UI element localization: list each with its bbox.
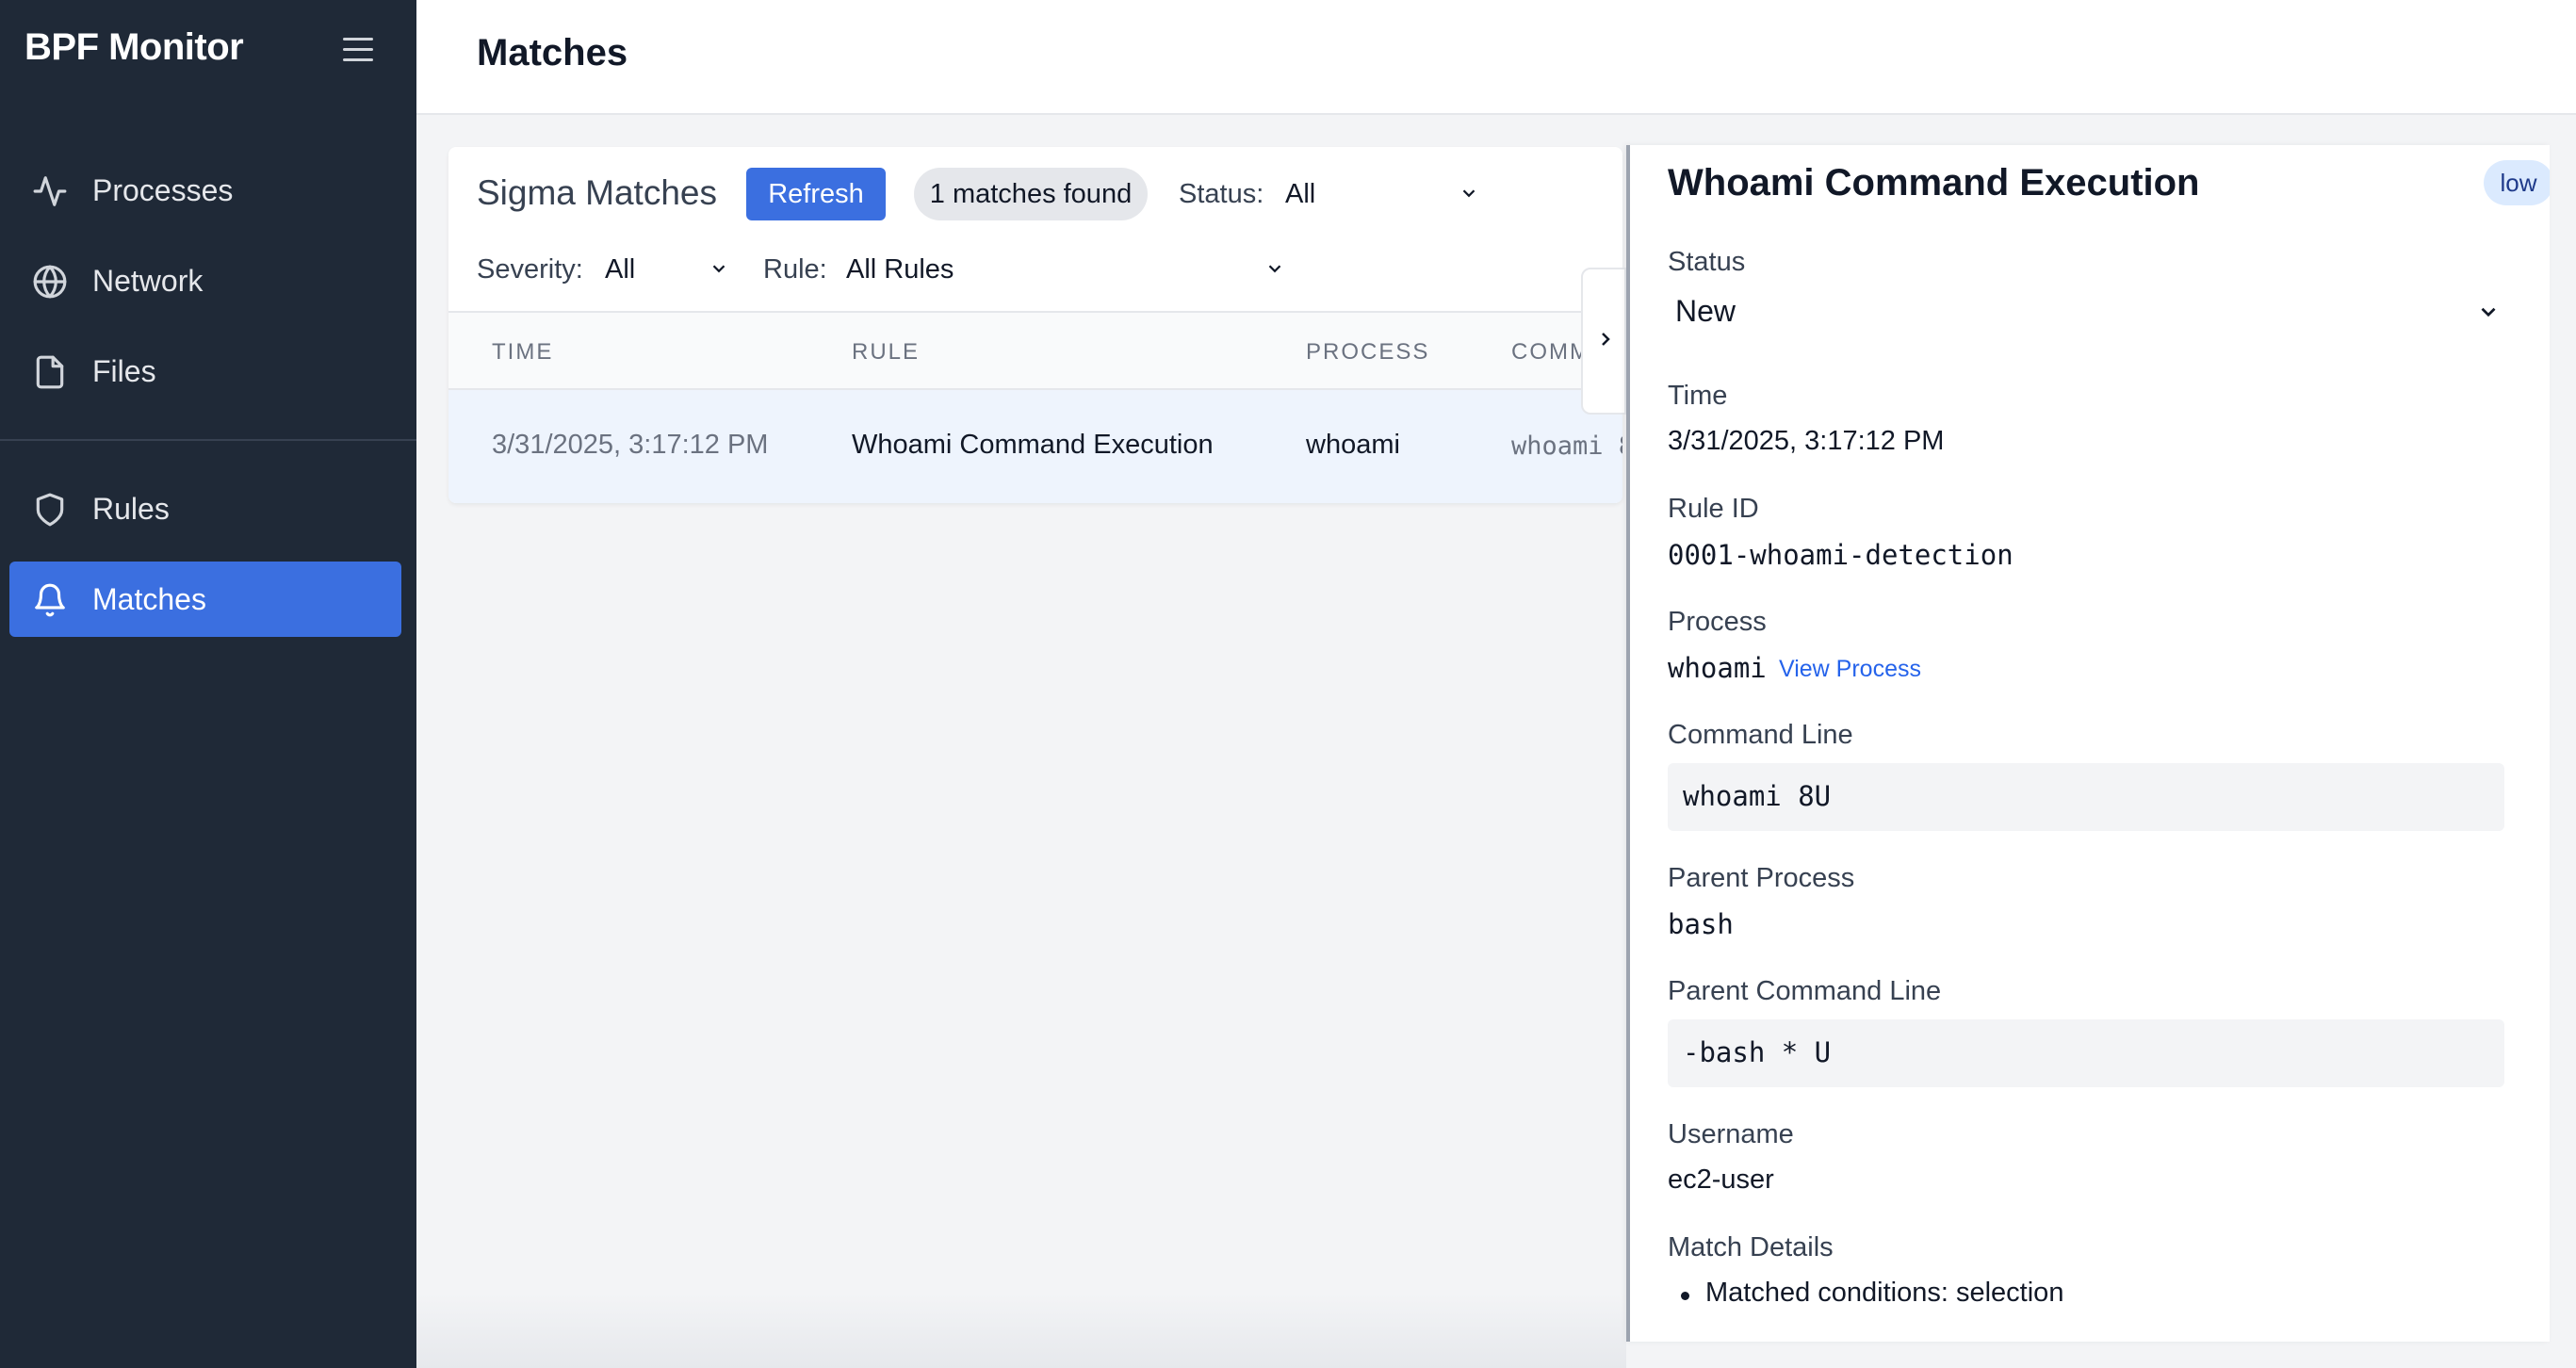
sidebar-divider [0, 439, 416, 441]
app-title: BPF Monitor [24, 26, 244, 68]
process-label: Process [1668, 607, 1767, 637]
parent-process-value: bash [1668, 908, 1734, 940]
row-command: whoami 8U [1511, 432, 1622, 461]
column-header-time[interactable]: TIME [492, 339, 553, 366]
sidebar-item-label: Network [92, 263, 204, 298]
sidebar-item-files[interactable]: Files [9, 334, 401, 409]
command-line-box: whoami 8U [1668, 763, 2504, 831]
sidebar-item-rules[interactable]: Rules [9, 471, 401, 546]
command-line-label: Command Line [1668, 720, 1853, 750]
chevron-down-icon [1462, 189, 1475, 198]
chevron-down-icon [1268, 265, 1281, 273]
detail-title: Whoami Command Execution [1668, 162, 2200, 204]
row-time: 3/31/2025, 3:17:12 PM [492, 430, 769, 460]
status-filter-label: Status: [1179, 179, 1264, 209]
table-header: TIME RULE PROCESS COMM [448, 311, 1622, 390]
parent-command-line-label: Parent Command Line [1668, 976, 1942, 1006]
shield-icon [36, 493, 64, 527]
chevron-down-icon [712, 265, 726, 273]
matches-card: Sigma Matches Refresh 1 matches found St… [448, 147, 1622, 503]
time-value: 3/31/2025, 3:17:12 PM [1668, 426, 1945, 456]
username-value: ec2-user [1668, 1164, 1774, 1195]
activity-icon [33, 176, 67, 206]
column-header-command[interactable]: COMM [1511, 339, 1590, 366]
row-rule: Whoami Command Execution [852, 430, 1214, 460]
list-bullet [1681, 1292, 1689, 1300]
file-icon [36, 355, 64, 389]
rule-filter-value: All Rules [846, 254, 954, 285]
status-filter-value: All [1285, 179, 1316, 209]
rule-filter-label: Rule: [763, 254, 827, 285]
severity-badge: low [2484, 160, 2550, 205]
match-details-item: Matched conditions: selection [1705, 1278, 2064, 1308]
command-line-value: whoami 8U [1683, 780, 1832, 812]
refresh-button[interactable]: Refresh [746, 168, 886, 220]
rule-id-label: Rule ID [1668, 494, 1759, 524]
parent-command-line-box: -bash * U [1668, 1019, 2504, 1087]
match-detail-panel: Whoami Command Execution low Status New … [1626, 145, 2550, 1342]
sidebar-item-label: Rules [92, 491, 170, 526]
table-row[interactable]: 3/31/2025, 3:17:12 PM Whoami Command Exe… [448, 390, 1622, 503]
page-header: Matches [416, 0, 2576, 115]
sidebar-item-label: Matches [92, 581, 206, 616]
bottom-shade [416, 1293, 1626, 1368]
panel-toggle-button[interactable] [1581, 268, 1626, 415]
sidebar-item-label: Files [92, 353, 156, 388]
page-title: Matches [477, 32, 628, 73]
sidebar-item-processes[interactable]: Processes [9, 153, 401, 228]
view-process-link[interactable]: View Process [1779, 656, 1921, 683]
chevron-right-icon [1602, 333, 1610, 346]
status-filter-select[interactable]: All [1278, 173, 1485, 215]
globe-icon [33, 265, 67, 299]
column-header-rule[interactable]: RULE [852, 339, 920, 366]
username-label: Username [1668, 1119, 1794, 1149]
process-value: whoami [1668, 652, 1767, 684]
sidebar-item-network[interactable]: Network [9, 243, 401, 318]
time-label: Time [1668, 381, 1728, 411]
severity-filter-value: All [605, 254, 636, 285]
rule-filter-select[interactable]: All Rules [839, 249, 1291, 290]
parent-command-line-value: -bash * U [1683, 1036, 1832, 1068]
parent-process-label: Parent Process [1668, 863, 1855, 893]
severity-filter-select[interactable]: All [597, 249, 735, 290]
chevron-down-icon [2481, 307, 2496, 318]
status-select[interactable]: New [1668, 283, 2504, 341]
match-details-label: Match Details [1668, 1232, 1834, 1262]
sidebar-item-matches[interactable]: Matches [9, 562, 401, 637]
status-value: New [1675, 294, 1736, 328]
rule-id-value: 0001-whoami-detection [1668, 539, 2014, 571]
sidebar-item-label: Processes [92, 172, 234, 207]
column-header-process[interactable]: PROCESS [1306, 339, 1429, 366]
status-label: Status [1668, 247, 1746, 277]
menu-toggle-icon[interactable] [339, 34, 381, 66]
match-count-badge: 1 matches found [914, 168, 1148, 220]
card-title: Sigma Matches [477, 173, 717, 212]
row-process: whoami [1306, 430, 1400, 460]
sidebar: BPF Monitor Processes Network Files Rule… [0, 0, 416, 1368]
bell-icon [35, 583, 65, 617]
severity-filter-label: Severity: [477, 254, 583, 285]
